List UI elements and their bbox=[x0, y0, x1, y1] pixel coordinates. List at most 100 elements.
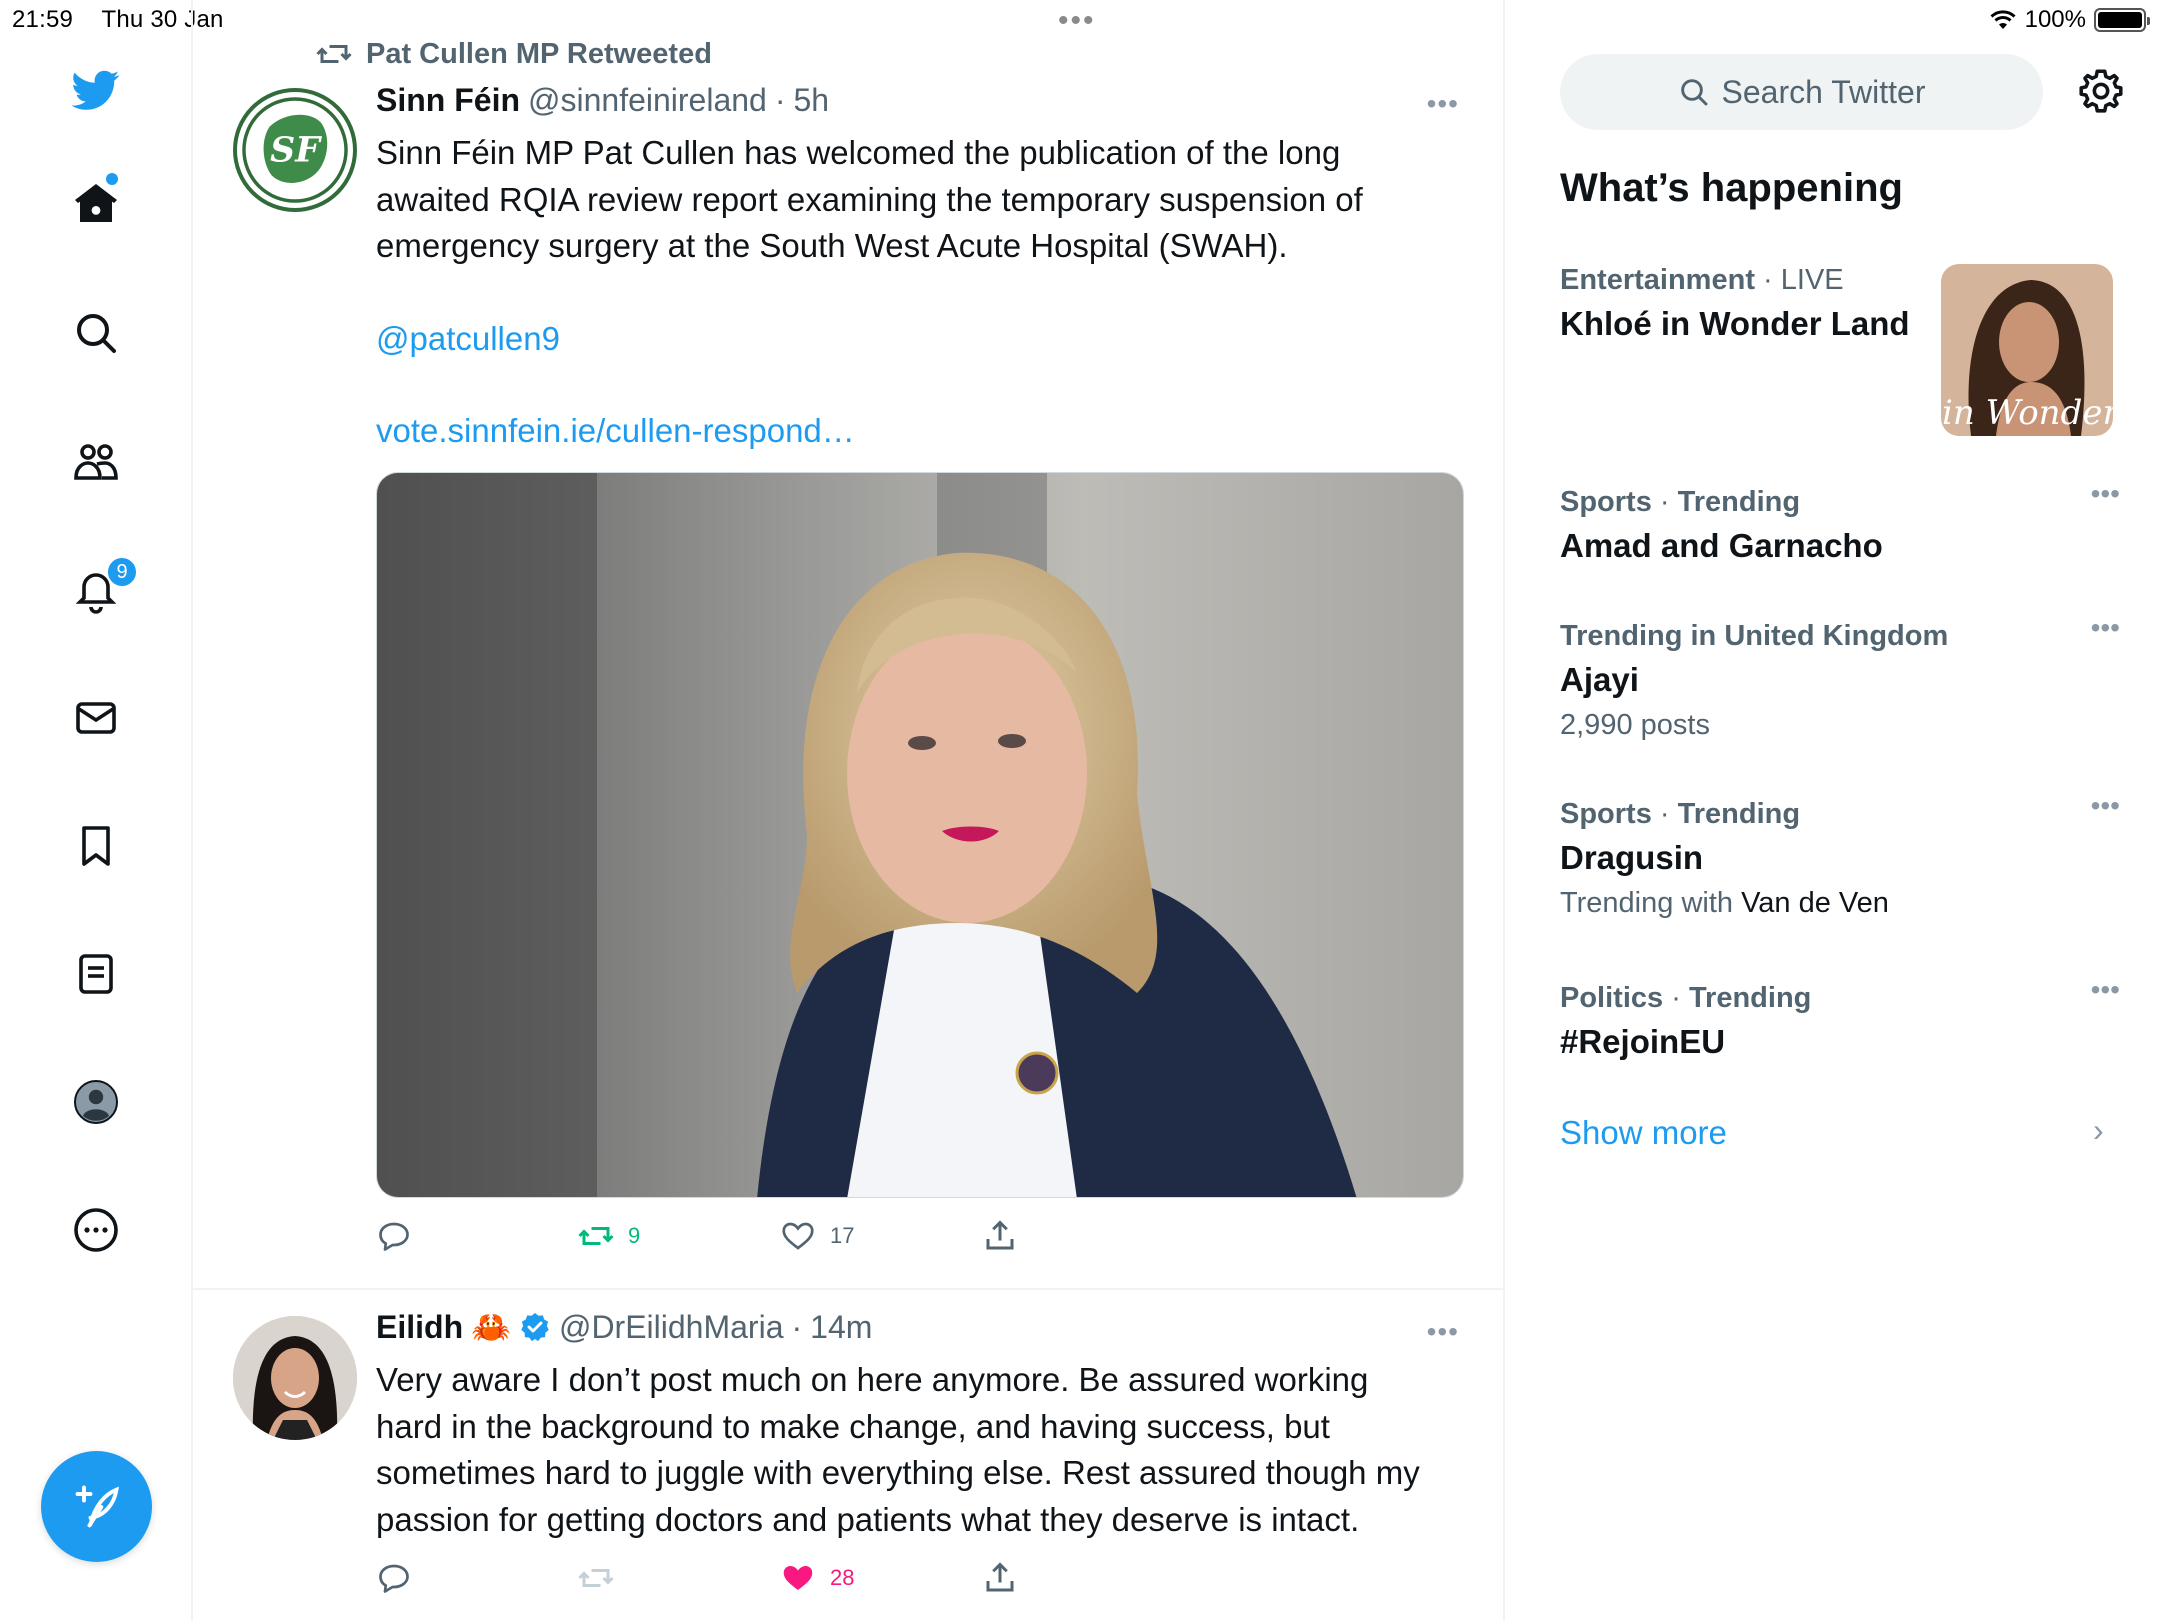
trend-with-prefix: Trending with bbox=[1560, 887, 1734, 919]
mention-link[interactable]: @patcullen9 bbox=[376, 316, 1456, 363]
search-twitter-input[interactable]: Search Twitter bbox=[1560, 54, 2043, 130]
tweet-divider bbox=[193, 1288, 1505, 1290]
trend-item[interactable]: Sports · Trending Dragusin Trending with… bbox=[1560, 790, 2120, 920]
tweet-more-options-icon[interactable]: ••• bbox=[1427, 88, 1459, 120]
search-icon bbox=[1680, 79, 1707, 106]
messages-envelope-icon[interactable] bbox=[66, 688, 126, 748]
tweet-text-line: emergency surgery at the South West Acut… bbox=[376, 227, 1288, 264]
trend-more-options-icon[interactable]: ••• bbox=[2091, 790, 2120, 822]
retweet-count: 9 bbox=[628, 1223, 641, 1248]
tweet-time[interactable]: 14m bbox=[810, 1309, 872, 1346]
tweet-header: Sinn Féin @sinnfeinireland · 5h bbox=[376, 82, 829, 119]
eilidh-avatar[interactable] bbox=[233, 1316, 357, 1440]
sinn-fein-avatar[interactable]: SF bbox=[233, 88, 357, 212]
retweet-disabled-icon bbox=[578, 1569, 614, 1587]
notifications-badge: 9 bbox=[106, 556, 138, 588]
more-options-circle-icon[interactable] bbox=[66, 1200, 126, 1260]
whats-happening-title: What’s happening bbox=[1560, 166, 1903, 210]
share-icon bbox=[986, 1562, 1014, 1592]
heart-filled-icon bbox=[783, 1566, 813, 1590]
right-sidebar: Search Twitter What’s happening Entertai… bbox=[1507, 0, 2160, 1620]
reply-button[interactable] bbox=[376, 1560, 578, 1596]
url-link[interactable]: vote.sinnfein.ie/cullen-respond… bbox=[376, 408, 1456, 455]
separator-dot: · bbox=[774, 82, 786, 118]
trend-category: Trending in United Kingdom bbox=[1560, 620, 1949, 652]
twitter-logo-icon[interactable] bbox=[66, 60, 126, 120]
search-placeholder: Search Twitter bbox=[1721, 73, 1926, 110]
trend-label: LIVE bbox=[1780, 264, 1844, 296]
trend-more-options-icon[interactable]: ••• bbox=[2091, 612, 2120, 644]
trend-post-count: 2,990 posts bbox=[1560, 709, 1710, 741]
chevron-right-icon: › bbox=[2093, 1112, 2104, 1148]
compose-tweet-button[interactable] bbox=[41, 1451, 152, 1562]
trend-label: Trending bbox=[1677, 486, 1801, 518]
share-icon bbox=[986, 1220, 1014, 1250]
tweet-text: Sinn Féin MP Pat Cullen has welcomed the… bbox=[376, 130, 1456, 455]
reply-icon bbox=[379, 1564, 409, 1593]
share-button[interactable] bbox=[982, 1560, 1184, 1596]
tweet-actions: 9 17 bbox=[376, 1218, 1184, 1254]
trend-more-options-icon[interactable]: ••• bbox=[2091, 478, 2120, 510]
author-name[interactable]: Eilidh bbox=[376, 1309, 463, 1346]
profile-avatar-icon[interactable] bbox=[66, 1072, 126, 1132]
tweet-text: Very aware I don’t post much on here any… bbox=[376, 1357, 1456, 1543]
tweet-text-line: sometimes hard to juggle with everything… bbox=[376, 1454, 1420, 1491]
tweet-text-line: awaited RQIA review report examining the… bbox=[376, 180, 1363, 218]
trend-category: Sports bbox=[1560, 486, 1652, 518]
trend-with-value: Van de Ven bbox=[1741, 887, 1889, 919]
trend-label: Trending bbox=[1677, 798, 1801, 830]
verified-badge-icon bbox=[521, 1313, 549, 1342]
author-handle[interactable]: @sinnfeinireland bbox=[528, 82, 767, 119]
share-button[interactable] bbox=[982, 1218, 1184, 1254]
trend-category: Politics bbox=[1560, 982, 1664, 1014]
trend-title: Ajayi bbox=[1560, 661, 1639, 698]
like-count: 17 bbox=[830, 1223, 855, 1248]
tweet-header: Eilidh 🦀 @DrEilidhMaria · 14m bbox=[376, 1308, 872, 1346]
tweet-text-line: passion for getting doctors and patients… bbox=[376, 1500, 1360, 1538]
show-more-link[interactable]: Show more bbox=[1560, 1114, 1727, 1152]
retweet-context[interactable]: Pat Cullen MP Retweeted bbox=[316, 36, 712, 72]
trend-item[interactable]: Sports · Trending Amad and Garnacho ••• bbox=[1560, 478, 2120, 565]
author-name[interactable]: Sinn Féin bbox=[376, 82, 520, 119]
like-count: 28 bbox=[830, 1565, 855, 1590]
svg-text:SF: SF bbox=[270, 130, 322, 171]
heart-outline-icon bbox=[782, 1222, 814, 1250]
tweet-text-line: hard in the background to make change, a… bbox=[376, 1407, 1330, 1445]
trend-thumbnail[interactable]: é in Wonder I bbox=[1941, 264, 2113, 436]
trend-category: Entertainment bbox=[1560, 264, 1755, 296]
thumbnail-caption: é in Wonder I bbox=[1941, 393, 2113, 433]
trend-label: Trending bbox=[1688, 982, 1812, 1014]
tweet-time[interactable]: 5h bbox=[794, 82, 830, 119]
tweet-text-line: Sinn Féin MP Pat Cullen has welcomed the… bbox=[376, 134, 1341, 171]
home-unread-dot bbox=[106, 173, 118, 185]
trend-item[interactable]: Trending in United Kingdom Ajayi 2,990 p… bbox=[1560, 612, 2120, 742]
trend-item[interactable]: Politics · Trending #RejoinEU ••• bbox=[1560, 974, 2120, 1061]
lists-icon[interactable] bbox=[66, 944, 126, 1004]
home-icon[interactable] bbox=[66, 174, 126, 234]
tweet-photo[interactable] bbox=[376, 472, 1464, 1198]
retweet-context-label: Pat Cullen MP Retweeted bbox=[366, 37, 712, 70]
retweet-button[interactable]: 9 bbox=[578, 1218, 780, 1254]
left-nav: 9 bbox=[0, 0, 193, 1620]
separator-dot: · bbox=[791, 1308, 803, 1345]
communities-icon[interactable] bbox=[66, 432, 126, 492]
like-button[interactable]: 28 bbox=[780, 1560, 982, 1596]
reply-button[interactable] bbox=[376, 1218, 578, 1254]
settings-gear-icon[interactable] bbox=[2076, 66, 2126, 116]
crab-emoji: 🦀 bbox=[471, 1309, 511, 1345]
author-handle[interactable]: @DrEilidhMaria bbox=[559, 1309, 784, 1346]
search-icon[interactable] bbox=[66, 303, 126, 363]
feather-plus-icon bbox=[75, 1485, 119, 1527]
trend-more-options-icon[interactable]: ••• bbox=[2091, 974, 2120, 1006]
home-timeline: Pat Cullen MP Retweeted SF Sinn Féin @si… bbox=[193, 0, 1505, 1620]
tweet-actions: 28 bbox=[376, 1560, 1184, 1596]
like-button[interactable]: 17 bbox=[780, 1218, 982, 1254]
retweet-icon bbox=[316, 45, 352, 63]
trend-title: Dragusin bbox=[1560, 839, 1704, 876]
tweet-more-options-icon[interactable]: ••• bbox=[1427, 1316, 1459, 1348]
retweet-icon bbox=[578, 1227, 614, 1245]
reply-icon bbox=[379, 1222, 409, 1251]
retweet-button[interactable] bbox=[578, 1560, 780, 1596]
bookmark-icon[interactable] bbox=[66, 816, 126, 876]
trend-title: #RejoinEU bbox=[1560, 1023, 1726, 1060]
